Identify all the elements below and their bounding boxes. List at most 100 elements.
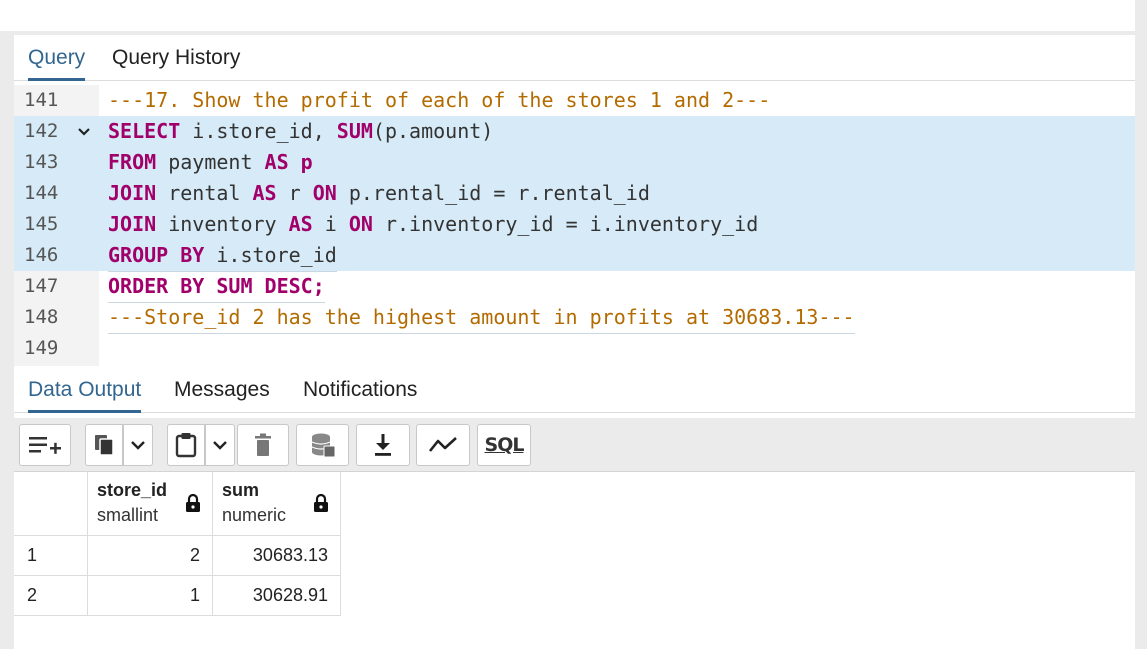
- chevron-down-icon: [213, 441, 227, 450]
- lock-icon: [186, 493, 200, 512]
- code-line[interactable]: 149: [14, 333, 1135, 364]
- line-number: 147: [24, 275, 59, 297]
- save-data-icon: [311, 433, 335, 458]
- sql-comment: ---17. Show the profit of each of the st…: [108, 88, 771, 112]
- code-text: SELECT i.store_id, SUM(p.amount): [108, 116, 494, 148]
- graph-visualiser-button[interactable]: [416, 424, 470, 466]
- code-line[interactable]: 142 SELECT i.store_id, SUM(p.amount): [14, 116, 1135, 148]
- code-text: ---17. Show the profit of each of the st…: [108, 85, 771, 117]
- results-toolbar: SQL: [14, 418, 1135, 472]
- data-cell[interactable]: 1: [88, 576, 213, 616]
- sql-keyword: SUM: [336, 119, 373, 143]
- line-number: 144: [24, 182, 59, 204]
- copy-options-button[interactable]: [123, 424, 153, 466]
- sql-keyword: ON: [348, 212, 373, 236]
- lock-icon: [314, 493, 328, 512]
- line-number: 149: [24, 337, 59, 359]
- sql-keyword: AS: [252, 181, 277, 205]
- code-text: JOIN rental AS r ON p.rental_id = r.rent…: [108, 178, 650, 210]
- sql-keyword: FROM: [108, 150, 157, 174]
- query-tabs: Query Query History: [14, 35, 1135, 81]
- copy-icon: [95, 435, 114, 456]
- results-tabs: Data Output Messages Notifications: [14, 367, 1135, 413]
- column-name: store_id: [97, 480, 168, 500]
- paste-button[interactable]: [167, 424, 205, 466]
- column-header-store_id[interactable]: store_id smallint: [88, 472, 213, 536]
- sql-text: i: [312, 212, 349, 236]
- code-text: ORDER BY SUM DESC;: [108, 271, 325, 303]
- tab-query[interactable]: Query: [28, 35, 86, 81]
- tab-query-history[interactable]: Query History: [112, 35, 240, 81]
- cell-value: 1: [189, 585, 200, 605]
- cell-value: 30683.13: [252, 545, 328, 565]
- sql-button[interactable]: SQL: [477, 424, 531, 466]
- add-row-icon: [29, 437, 61, 454]
- code-line[interactable]: 147 ORDER BY SUM DESC;: [14, 271, 1135, 303]
- line-number: 146: [24, 244, 59, 266]
- download-icon: [375, 434, 391, 456]
- sql-keyword: GROUP BY: [108, 243, 205, 267]
- row-number-cell[interactable]: 1: [14, 536, 88, 576]
- line-number: 145: [24, 213, 59, 235]
- copy-button[interactable]: [85, 424, 123, 466]
- code-line[interactable]: 141 ---17. Show the profit of each of the…: [14, 85, 1135, 117]
- line-number: 141: [24, 89, 59, 111]
- top-bar: [0, 0, 1135, 31]
- code-text: JOIN inventory AS i ON r.inventory_id = …: [108, 209, 759, 241]
- sql-keyword: AS: [288, 212, 313, 236]
- row-number: 1: [27, 545, 38, 565]
- sql-editor[interactable]: 141 ---17. Show the profit of each of the…: [14, 85, 1135, 366]
- column-header-sum[interactable]: sum numeric: [213, 472, 341, 536]
- sql-button-label: SQL: [484, 434, 525, 456]
- paste-icon: [175, 433, 197, 458]
- fold-chevron-icon[interactable]: [77, 125, 91, 139]
- sql-keyword: JOIN: [108, 181, 157, 205]
- cell-value: 2: [189, 545, 200, 565]
- tab-messages[interactable]: Messages: [174, 367, 270, 413]
- delete-button[interactable]: [237, 424, 289, 466]
- code-line[interactable]: 148 ---Store_id 2 has the highest amount …: [14, 302, 1135, 334]
- cell-value: 30628.91: [252, 585, 328, 605]
- sql-keyword: ON: [312, 181, 337, 205]
- add-row-button[interactable]: [19, 424, 71, 466]
- sql-text: inventory: [156, 212, 289, 236]
- sql-text: r.inventory_id = i.inventory_id: [372, 212, 759, 236]
- grid-corner-cell[interactable]: [14, 472, 88, 536]
- sql-text: (p.amount): [372, 119, 494, 143]
- column-type: smallint: [97, 505, 159, 525]
- save-data-button[interactable]: [296, 424, 349, 466]
- data-cell[interactable]: 2: [88, 536, 213, 576]
- line-number: 143: [24, 151, 59, 173]
- sql-text: p.rental_id = r.rental_id: [336, 181, 650, 205]
- code-line[interactable]: 145 JOIN inventory AS i ON r.inventory_id…: [14, 209, 1135, 241]
- data-cell[interactable]: 30683.13: [213, 536, 341, 576]
- sql-keyword: AS p: [264, 150, 313, 174]
- delete-icon: [255, 433, 271, 456]
- chevron-down-icon: [131, 441, 145, 450]
- sql-text: i.store_id: [204, 243, 337, 267]
- sql-text: r: [276, 181, 313, 205]
- tab-data-output[interactable]: Data Output: [28, 367, 142, 413]
- sql-text: payment: [156, 150, 265, 174]
- column-type: numeric: [222, 505, 287, 525]
- download-button[interactable]: [356, 424, 410, 466]
- code-line[interactable]: 143 FROM payment AS p: [14, 147, 1135, 179]
- code-text: FROM payment AS p: [108, 147, 313, 179]
- sql-keyword: ORDER BY SUM DESC;: [108, 274, 325, 298]
- query-tool-panel: Query Query History 141 ---17. Show the p…: [14, 35, 1135, 649]
- code-line[interactable]: 146 GROUP BY i.store_id: [14, 240, 1135, 272]
- data-cell[interactable]: 30628.91: [213, 576, 341, 616]
- paste-options-button[interactable]: [205, 424, 235, 466]
- row-number: 2: [27, 585, 38, 605]
- sql-text: rental: [156, 181, 253, 205]
- code-line[interactable]: 144 JOIN rental AS r ON p.rental_id = r.r…: [14, 178, 1135, 210]
- column-name: sum: [222, 480, 260, 500]
- line-number: 148: [24, 306, 59, 328]
- tab-notifications[interactable]: Notifications: [303, 367, 417, 413]
- code-text: ---Store_id 2 has the highest amount in …: [108, 302, 855, 334]
- row-number-cell[interactable]: 2: [14, 576, 88, 616]
- sql-keyword: SELECT: [108, 119, 181, 143]
- sql-comment: ---Store_id 2 has the highest amount in …: [108, 305, 855, 329]
- line-number: 142: [24, 120, 59, 142]
- graph-icon: [428, 437, 457, 452]
